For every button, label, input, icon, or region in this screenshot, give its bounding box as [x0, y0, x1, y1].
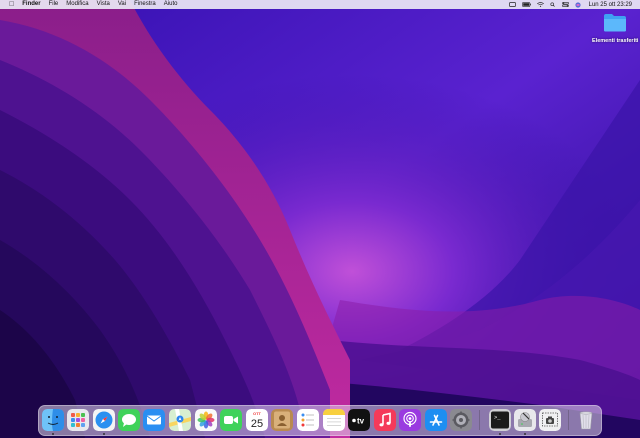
dock-terminal[interactable]: >_ — [489, 409, 511, 431]
dock-app-store[interactable] — [425, 409, 447, 431]
calendar-icon: OTT 25 — [246, 409, 268, 431]
running-indicator — [52, 433, 54, 435]
wifi-icon[interactable] — [536, 2, 544, 7]
maps-icon — [169, 409, 191, 431]
dock-apple-tv[interactable]: tv — [348, 409, 370, 431]
dock-finder[interactable] — [42, 409, 64, 431]
running-indicator — [499, 433, 501, 435]
notes-icon — [323, 409, 345, 431]
menu-vista[interactable]: Vista — [97, 0, 110, 9]
apple-menu-icon[interactable]:  — [9, 0, 14, 9]
contacts-icon — [271, 409, 293, 431]
screenshot-icon — [539, 409, 561, 431]
dock-reminders[interactable] — [297, 409, 319, 431]
calendar-month: OTT — [253, 411, 262, 416]
finder-icon — [42, 409, 64, 431]
dock-mail[interactable] — [143, 409, 165, 431]
terminal-icon: >_ — [489, 409, 511, 431]
menu-aiuto[interactable]: Aiuto — [164, 0, 178, 9]
running-indicator — [524, 433, 526, 435]
dock-messages[interactable] — [118, 409, 140, 431]
music-icon — [374, 409, 396, 431]
dock-maps[interactable] — [169, 409, 191, 431]
dock-photos[interactable] — [195, 409, 217, 431]
tv-label: tv — [357, 417, 365, 426]
menu-vai[interactable]: Vai — [118, 0, 126, 9]
dock-trash[interactable] — [575, 409, 597, 431]
dock-screenshot[interactable] — [539, 409, 561, 431]
dock: OTT 25 tv >_ — [38, 405, 602, 436]
desktop-folder-label: Elementi trasferiti — [592, 38, 639, 44]
photos-icon — [195, 409, 217, 431]
running-indicator — [103, 433, 105, 435]
app-store-icon — [425, 409, 447, 431]
menu-finestra[interactable]: Finestra — [134, 0, 156, 9]
disk-utility-icon — [514, 409, 536, 431]
dock-calendar[interactable]: OTT 25 — [246, 409, 268, 431]
terminal-prompt: >_ — [494, 414, 501, 421]
dock-podcasts[interactable] — [399, 409, 421, 431]
dock-system-preferences[interactable] — [450, 409, 472, 431]
messages-icon — [118, 409, 140, 431]
siri-icon[interactable] — [575, 1, 581, 8]
podcasts-icon — [399, 409, 421, 431]
dock-music[interactable] — [374, 409, 396, 431]
reminders-icon — [297, 409, 319, 431]
dock-launchpad[interactable] — [67, 409, 89, 431]
menubar-clock[interactable]: Lun 25 ott 23:29 — [589, 2, 632, 8]
menu-bar:  Finder File Modifica Vista Vai Finestr… — [0, 0, 640, 9]
launchpad-icon — [67, 409, 89, 431]
dock-safari[interactable] — [93, 409, 115, 431]
dock-contacts[interactable] — [271, 409, 293, 431]
control-center-icon[interactable] — [561, 2, 569, 7]
search-icon[interactable] — [550, 2, 556, 7]
calendar-day: 25 — [251, 418, 263, 430]
dock-separator — [479, 410, 480, 430]
desktop-wallpaper — [0, 0, 640, 438]
dock-separator — [568, 410, 569, 430]
folder-icon — [604, 14, 626, 32]
safari-icon — [93, 409, 115, 431]
dock-notes[interactable] — [323, 409, 345, 431]
facetime-icon — [220, 409, 242, 431]
menu-app-name[interactable]: Finder — [22, 0, 40, 9]
apple-tv-icon: tv — [348, 409, 370, 431]
dock-disk-utility[interactable] — [514, 409, 536, 431]
mail-icon — [143, 409, 165, 431]
system-preferences-icon — [450, 409, 472, 431]
desktop-folder-elementi-trasferiti[interactable]: Elementi trasferiti — [592, 13, 638, 44]
menu-modifica[interactable]: Modifica — [66, 0, 88, 9]
battery-icon[interactable] — [521, 2, 531, 7]
dock-facetime[interactable] — [220, 409, 242, 431]
menu-file[interactable]: File — [49, 0, 59, 9]
display-mirror-icon[interactable] — [508, 2, 516, 7]
trash-icon — [579, 411, 593, 430]
